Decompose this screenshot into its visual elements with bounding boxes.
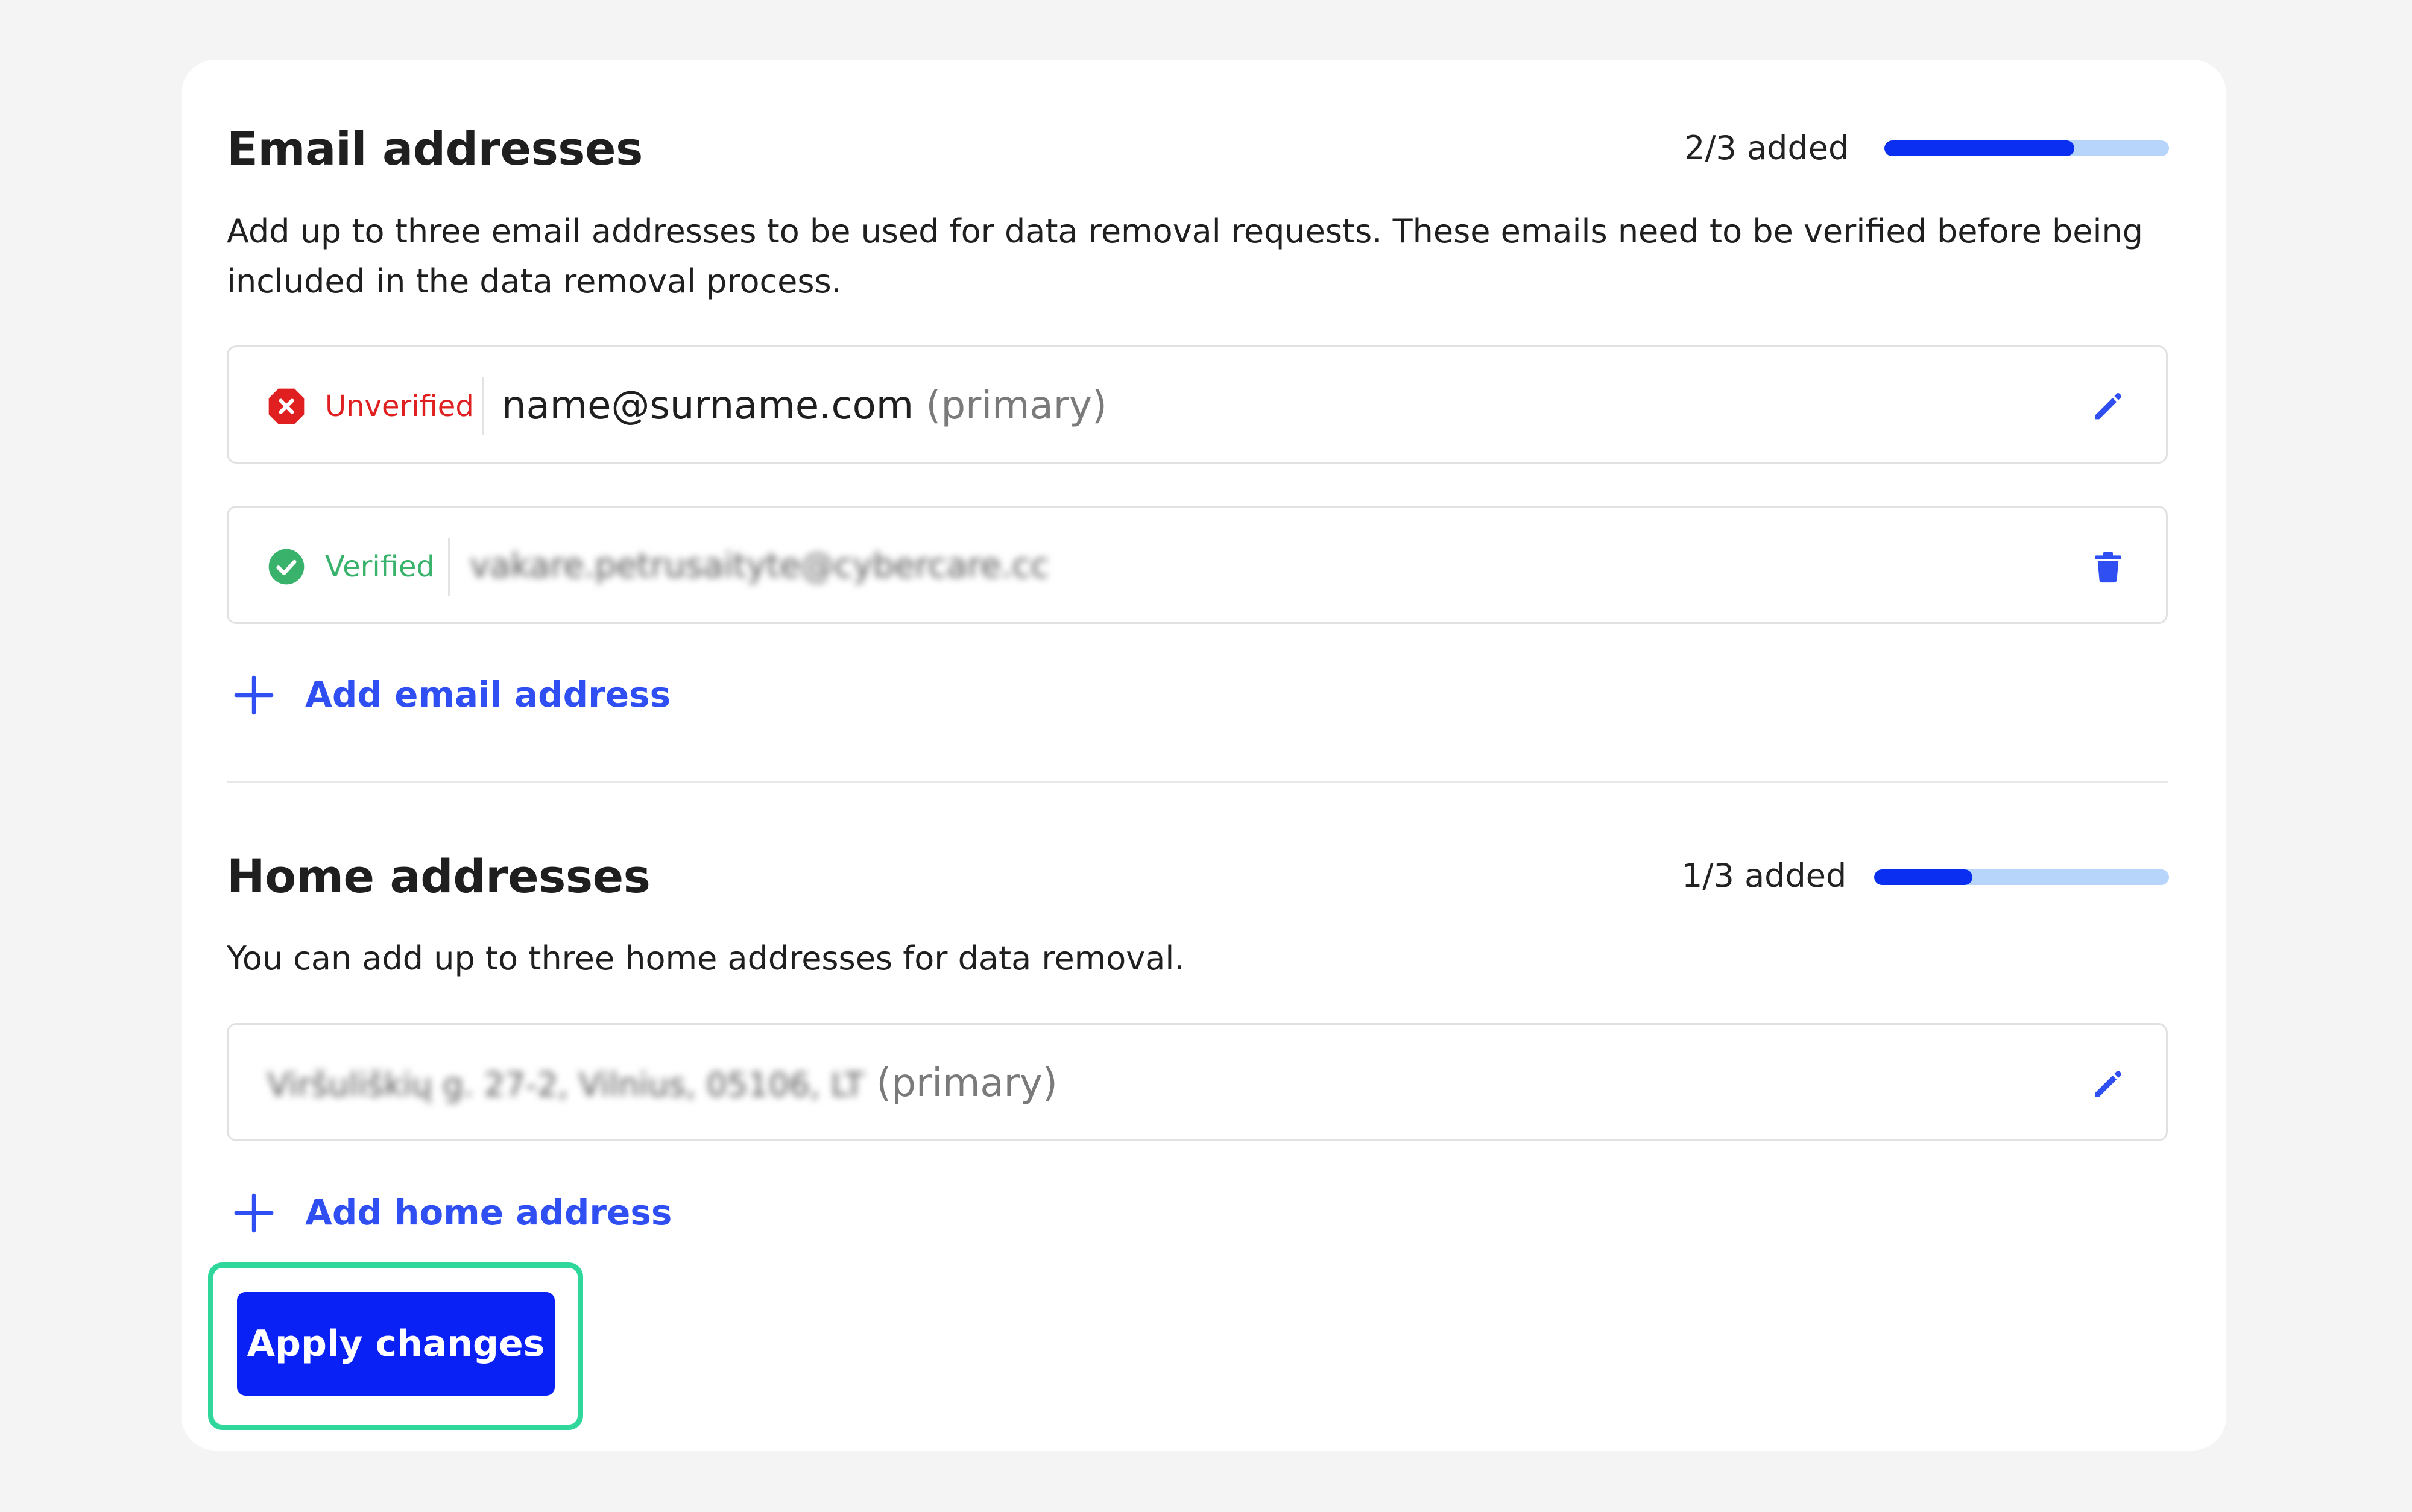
home-section-description: You can add up to three home addresses f…	[227, 939, 1185, 977]
email-progress-fill	[1884, 140, 2074, 156]
email-address-value: vakare.petrusaityte@cybercare.cc	[470, 546, 1049, 585]
apply-changes-button[interactable]: Apply changes	[237, 1292, 555, 1396]
email-row-secondary: Verified vakare.petrusaityte@cybercare.c…	[227, 506, 2168, 624]
pencil-icon[interactable]	[2089, 1065, 2127, 1103]
plus-icon	[234, 1193, 274, 1233]
home-address-text: Viršuliškių g. 27-2, Vilnius, 05106, LT …	[267, 1060, 1058, 1109]
home-progress-bar	[1874, 869, 2169, 885]
row-separator	[448, 538, 450, 596]
email-progress-bar	[1884, 140, 2169, 156]
email-row-primary: Unverified name@surname.com (primary)	[227, 345, 2168, 464]
pencil-icon[interactable]	[2089, 387, 2127, 426]
add-home-address-button[interactable]: Add home address	[233, 1188, 672, 1236]
email-section-description: Add up to three email addresses to be us…	[227, 212, 2143, 300]
home-progress-fill	[1874, 869, 1972, 885]
row-separator	[482, 377, 484, 435]
verified-check-icon	[268, 549, 305, 585]
home-address-row: Viršuliškių g. 27-2, Vilnius, 05106, LT …	[227, 1023, 2168, 1141]
home-section-title: Home addresses	[227, 849, 651, 903]
section-divider	[227, 781, 2168, 783]
add-home-address-label: Add home address	[305, 1192, 672, 1233]
unverified-icon	[268, 388, 305, 424]
plus-icon	[234, 675, 274, 715]
email-address-value: name@surname.com	[502, 383, 914, 428]
email-address-text: vakare.petrusaityte@cybercare.cc	[470, 543, 1049, 590]
email-counter: 2/3 added	[1684, 129, 1849, 167]
primary-tag: (primary)	[926, 383, 1107, 428]
status-badge-unverified: Unverified	[325, 389, 474, 423]
email-section-title: Email addresses	[227, 122, 643, 175]
home-address-value: Viršuliškių g. 27-2, Vilnius, 05106, LT	[267, 1066, 865, 1104]
home-counter: 1/3 added	[1682, 857, 1847, 895]
add-email-label: Add email address	[305, 674, 671, 715]
add-email-button[interactable]: Add email address	[233, 670, 671, 719]
trash-icon[interactable]	[2089, 547, 2127, 586]
email-address-text: name@surname.com (primary)	[502, 382, 1107, 429]
primary-tag: (primary)	[876, 1061, 1058, 1106]
status-badge-verified: Verified	[325, 550, 435, 584]
